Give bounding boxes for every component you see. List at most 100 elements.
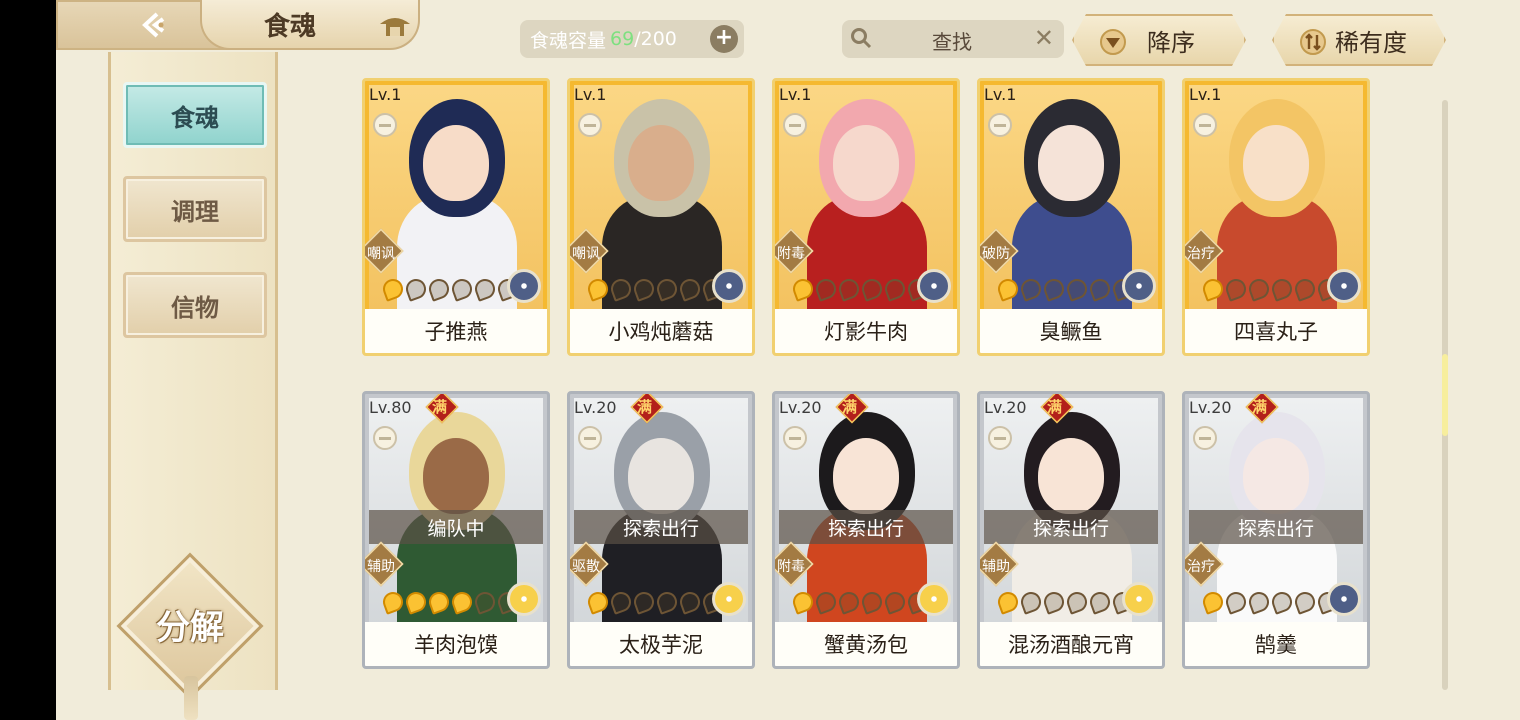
- element-emblem-icon: [917, 269, 951, 303]
- star-rating: [1200, 276, 1341, 302]
- star-rating: [585, 589, 726, 615]
- name-bar: 子推燕: [365, 309, 547, 353]
- back-arrow-icon: [136, 7, 172, 43]
- name-bar: 蟹黄汤包: [775, 622, 957, 666]
- portrait-face: [628, 438, 694, 514]
- sort-order-button[interactable]: 降序: [1072, 14, 1246, 66]
- star-icon: [813, 276, 839, 302]
- lock-icon[interactable]: [988, 426, 1012, 450]
- star-icon: [380, 276, 406, 302]
- level-label: Lv.20: [1189, 398, 1232, 417]
- role-label: 破防: [982, 246, 1010, 262]
- star-rating: [380, 276, 521, 302]
- tab-tokens[interactable]: 信物: [123, 272, 267, 338]
- star-icon: [790, 276, 816, 302]
- level-label: Lv.80: [369, 398, 412, 417]
- star-icon: [790, 589, 816, 615]
- star-icon: [380, 589, 406, 615]
- portrait-face: [423, 438, 489, 514]
- max-badge-label: 满: [432, 398, 448, 416]
- food-soul-card[interactable]: Lv.20 满 探索出行 驱散 太极芋泥: [567, 391, 755, 669]
- lock-icon[interactable]: [783, 426, 807, 450]
- food-soul-card[interactable]: Lv.20 满 探索出行 治疗 鹄羹: [1182, 391, 1370, 669]
- tab-tokens-label: 信物: [171, 292, 219, 322]
- role-label: 治疗: [1187, 246, 1215, 262]
- star-icon: [1246, 276, 1272, 302]
- star-icon: [1292, 589, 1318, 615]
- level-label: Lv.1: [369, 85, 402, 104]
- star-icon: [859, 589, 885, 615]
- star-icon: [654, 589, 680, 615]
- food-soul-card[interactable]: Lv.80 满 编队中 辅助 羊肉泡馍: [362, 391, 550, 669]
- level-label: Lv.1: [984, 85, 1017, 104]
- collection-screen: 食魂 食魂容量 69 /200 + 查找 ✕ 降序 稀有度 食魂 调理 信物 分…: [56, 0, 1520, 720]
- element-emblem-icon: [1327, 269, 1361, 303]
- star-icon: [836, 276, 862, 302]
- role-label: 嘲讽: [572, 246, 600, 262]
- star-icon: [882, 589, 908, 615]
- star-icon: [677, 276, 703, 302]
- name-bar: 太极芋泥: [570, 622, 752, 666]
- search-box[interactable]: 查找 ✕: [842, 20, 1064, 58]
- food-soul-card[interactable]: Lv.20 满 探索出行 辅助 混汤酒酿元宵: [977, 391, 1165, 669]
- food-soul-card[interactable]: Lv.1 嘲讽 小鸡炖蘑菇: [567, 78, 755, 356]
- clear-search-icon[interactable]: ✕: [1034, 24, 1054, 52]
- food-soul-card[interactable]: Lv.1 附毒 灯影牛肉: [772, 78, 960, 356]
- food-soul-card[interactable]: Lv.1 嘲讽 子推燕: [362, 78, 550, 356]
- star-rating: [1200, 589, 1341, 615]
- lock-icon[interactable]: [783, 113, 807, 137]
- lock-icon[interactable]: [1193, 113, 1217, 137]
- element-emblem-icon: [1327, 582, 1361, 616]
- star-rating: [790, 589, 931, 615]
- tab-cooking[interactable]: 调理: [123, 176, 267, 242]
- element-emblem-icon: [1122, 269, 1156, 303]
- page-title-tab: 食魂: [200, 0, 420, 50]
- lock-icon[interactable]: [578, 426, 602, 450]
- name-bar: 四喜丸子: [1185, 309, 1367, 353]
- sort-rarity-button[interactable]: 稀有度: [1272, 14, 1446, 66]
- card-name: 小鸡炖蘑菇: [608, 320, 714, 344]
- role-label: 驱散: [572, 559, 600, 575]
- food-soul-card[interactable]: Lv.1 破防 臭鳜鱼: [977, 78, 1165, 356]
- portrait-face: [1243, 125, 1309, 201]
- level-label: Lv.1: [779, 85, 812, 104]
- lock-icon[interactable]: [988, 113, 1012, 137]
- star-icon: [1246, 589, 1272, 615]
- card-name: 羊肉泡馍: [414, 633, 498, 657]
- portrait-face: [1038, 125, 1104, 201]
- star-icon: [585, 589, 611, 615]
- sort-descending-icon: [1100, 29, 1126, 55]
- lock-icon[interactable]: [1193, 426, 1217, 450]
- capacity-display: 食魂容量 69 /200 +: [520, 20, 744, 58]
- portrait-face: [1243, 438, 1309, 514]
- sort-order-label: 降序: [1147, 28, 1195, 57]
- star-icon: [1269, 276, 1295, 302]
- star-rating: [995, 276, 1136, 302]
- portrait-face: [833, 125, 899, 201]
- max-badge-label: 满: [1252, 398, 1268, 416]
- star-rating: [380, 589, 521, 615]
- name-bar: 羊肉泡馍: [365, 622, 547, 666]
- name-bar: 鹄羹: [1185, 622, 1367, 666]
- lock-icon[interactable]: [373, 113, 397, 137]
- star-icon: [1223, 589, 1249, 615]
- scrollbar[interactable]: [1442, 100, 1448, 690]
- element-emblem-icon: [712, 582, 746, 616]
- food-soul-card[interactable]: Lv.20 满 探索出行 附毒 蟹黄汤包: [772, 391, 960, 669]
- food-soul-card[interactable]: Lv.1 治疗 四喜丸子: [1182, 78, 1370, 356]
- star-icon: [1223, 276, 1249, 302]
- search-input[interactable]: 查找: [932, 26, 972, 55]
- scrollbar-thumb[interactable]: [1442, 354, 1448, 436]
- star-rating: [790, 276, 931, 302]
- name-bar: 小鸡炖蘑菇: [570, 309, 752, 353]
- capacity-label: 食魂容量: [530, 29, 607, 52]
- tab-food-souls[interactable]: 食魂: [123, 82, 267, 148]
- star-icon: [1087, 589, 1113, 615]
- lock-icon[interactable]: [373, 426, 397, 450]
- star-icon: [882, 276, 908, 302]
- role-label: 附毒: [777, 559, 805, 575]
- lock-icon[interactable]: [578, 113, 602, 137]
- portrait-face: [833, 438, 899, 514]
- add-capacity-button[interactable]: +: [710, 25, 738, 53]
- sort-toggle-icon: [1300, 29, 1326, 55]
